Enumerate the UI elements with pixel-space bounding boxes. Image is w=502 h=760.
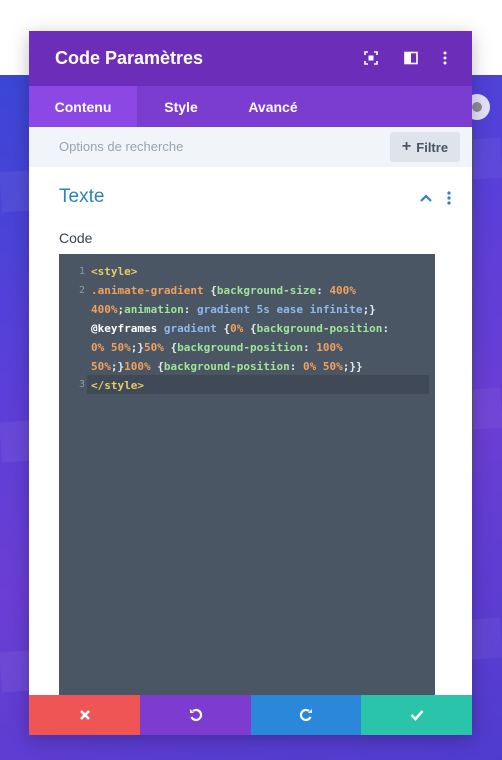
code-token: { (249, 322, 257, 335)
redo-button[interactable] (251, 695, 361, 735)
code-token: ;}} (342, 360, 363, 373)
save-button[interactable] (361, 695, 472, 735)
code-token: gradient 5s ease infinite (196, 303, 363, 316)
code-line: </style> (91, 376, 144, 395)
undo-button[interactable] (140, 695, 251, 735)
code-token: ;} (110, 360, 125, 373)
code-line: 50%;}100% {background-position: 0% 50%;}… (91, 357, 363, 376)
code-token: 100% (124, 360, 158, 373)
code-token: animation (124, 303, 184, 316)
line-number: 1 (78, 266, 85, 277)
section-more-icon[interactable] (441, 189, 457, 207)
plus-icon: + (401, 138, 412, 155)
code-token: { (210, 284, 217, 297)
redo-icon (299, 708, 312, 722)
line-number: 2 (78, 285, 85, 296)
code-token: 400% (91, 303, 118, 316)
close-icon (79, 710, 90, 720)
code-token: : (316, 284, 330, 297)
code-token: 400% (329, 284, 356, 297)
code-token: @keyframes (91, 322, 164, 335)
field-label: Code (59, 230, 93, 246)
code-line: <style> (91, 262, 137, 281)
tab-contenu[interactable]: Contenu (29, 86, 137, 127)
search-input[interactable]: Options de recherche (59, 139, 183, 154)
cancel-button[interactable] (29, 695, 140, 735)
code-token: 0% 50% (302, 360, 343, 373)
modal-footer (29, 695, 472, 735)
tab-bar: Contenu Style Avancé (29, 86, 472, 127)
code-token: </style> (91, 379, 144, 392)
code-token: 50% (144, 341, 171, 354)
line-number: 3 (78, 379, 85, 390)
split-view-icon[interactable] (401, 48, 421, 68)
code-line: .animate-gradient {background-size: 400% (91, 281, 356, 300)
code-token: 50% (91, 360, 111, 373)
search-bar: Options de recherche + Filtre (29, 127, 472, 167)
code-token: { (157, 360, 164, 373)
code-settings-modal: Code Paramètres Contenu Style Avancé Opt… (29, 31, 472, 735)
code-editor[interactable]: 1 2 3 <style> .animate-gradient {backgro… (59, 254, 435, 704)
code-line: 400%;animation: gradient 5s ease infinit… (91, 300, 376, 319)
undo-icon (189, 708, 202, 722)
tab-avance[interactable]: Avancé (225, 86, 321, 127)
code-token: background-size (216, 284, 317, 297)
code-token: ;} (130, 341, 144, 354)
code-token: : (183, 303, 197, 316)
tab-style[interactable]: Style (137, 86, 225, 127)
filter-label: Filtre (416, 139, 449, 155)
code-token: background-position (177, 341, 303, 354)
code-token: 0% (230, 322, 250, 335)
code-token: : (302, 341, 317, 354)
chevron-up-icon[interactable] (417, 189, 435, 207)
section-title[interactable]: Texte (59, 186, 104, 208)
code-token: background-position (163, 360, 290, 373)
code-line: @keyframes gradient {0% {background-posi… (91, 319, 389, 338)
modal-header[interactable]: Code Paramètres (29, 31, 472, 86)
more-vertical-icon[interactable] (435, 48, 455, 68)
check-icon (410, 710, 423, 721)
code-token: : (382, 322, 390, 335)
code-token: gradient (163, 322, 224, 335)
code-token: 0% 50% (91, 341, 131, 354)
filter-button[interactable]: + Filtre (390, 132, 460, 162)
focus-icon[interactable] (361, 48, 381, 68)
code-token: ;} (362, 303, 376, 316)
modal-title: Code Paramètres (55, 48, 204, 68)
code-token: .animate-gradient (91, 284, 211, 297)
code-token: <style> (91, 265, 138, 278)
code-token: 100% (316, 341, 343, 354)
code-token: : (289, 360, 303, 373)
code-token: background-position (256, 322, 383, 335)
code-line: 0% 50%;}50% {background-position: 100% (91, 338, 343, 357)
